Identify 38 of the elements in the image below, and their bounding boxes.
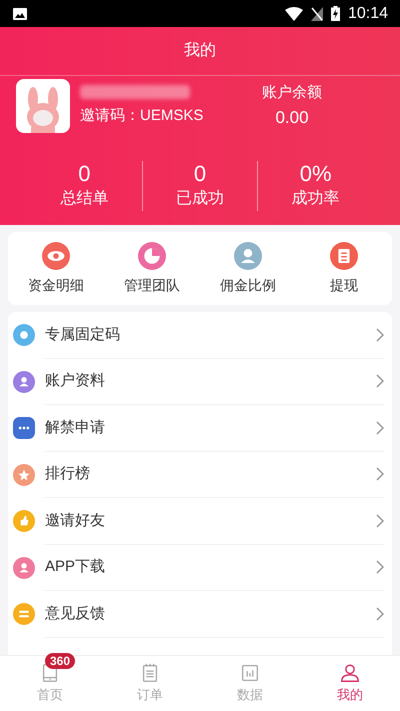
stat-label: 已成功 — [176, 188, 224, 209]
balance-label: 账户余额 — [262, 83, 322, 103]
clock-time: 10:14 — [348, 4, 388, 24]
image-icon — [12, 6, 28, 20]
chevron-right-icon — [376, 374, 384, 388]
wifi-icon — [284, 6, 303, 20]
menu-item[interactable]: 邀请好友 — [8, 498, 392, 544]
quick-action[interactable]: 佣金比例 — [200, 242, 296, 296]
menu-item[interactable]: APP下载 — [8, 544, 392, 591]
chevron-right-icon — [376, 328, 384, 342]
count-badge: 360 — [45, 653, 76, 669]
battery-charging-icon — [330, 6, 340, 21]
page-title: 我的 — [184, 40, 216, 61]
quick-action[interactable]: 资金明细 — [8, 242, 104, 296]
stat-value: 0 — [78, 161, 90, 187]
no-signal-icon — [310, 6, 323, 20]
quick-action[interactable]: 提现 — [296, 242, 392, 296]
avatar — [16, 79, 70, 133]
chevron-right-icon — [376, 467, 384, 482]
stat-value: 0% — [300, 161, 332, 187]
tab-icon — [339, 662, 361, 684]
tab[interactable]: 首页 360 — [0, 656, 100, 711]
menu-item[interactable]: 专属固定码 — [8, 312, 392, 358]
chevron-right-icon — [376, 514, 384, 528]
menu-item[interactable]: 排行榜 — [8, 452, 392, 498]
tab[interactable]: 我的 — [300, 656, 400, 711]
quick-action[interactable]: 管理团队 — [104, 242, 200, 296]
stat-label: 总结单 — [60, 188, 108, 209]
menu-item[interactable]: 解禁申请 — [8, 405, 392, 452]
stat-value: 0 — [194, 161, 206, 187]
chevron-right-icon — [376, 420, 384, 435]
menu-item[interactable]: 账户资料 — [8, 358, 392, 405]
chevron-right-icon — [376, 560, 384, 574]
menu-item[interactable]: 意见反馈 — [8, 591, 392, 638]
chevron-right-icon — [376, 606, 384, 621]
invite-code: 邀请码：UEMSKS — [80, 106, 204, 126]
stat-label: 成功率 — [292, 188, 340, 209]
balance-value: 0.00 — [275, 106, 309, 128]
